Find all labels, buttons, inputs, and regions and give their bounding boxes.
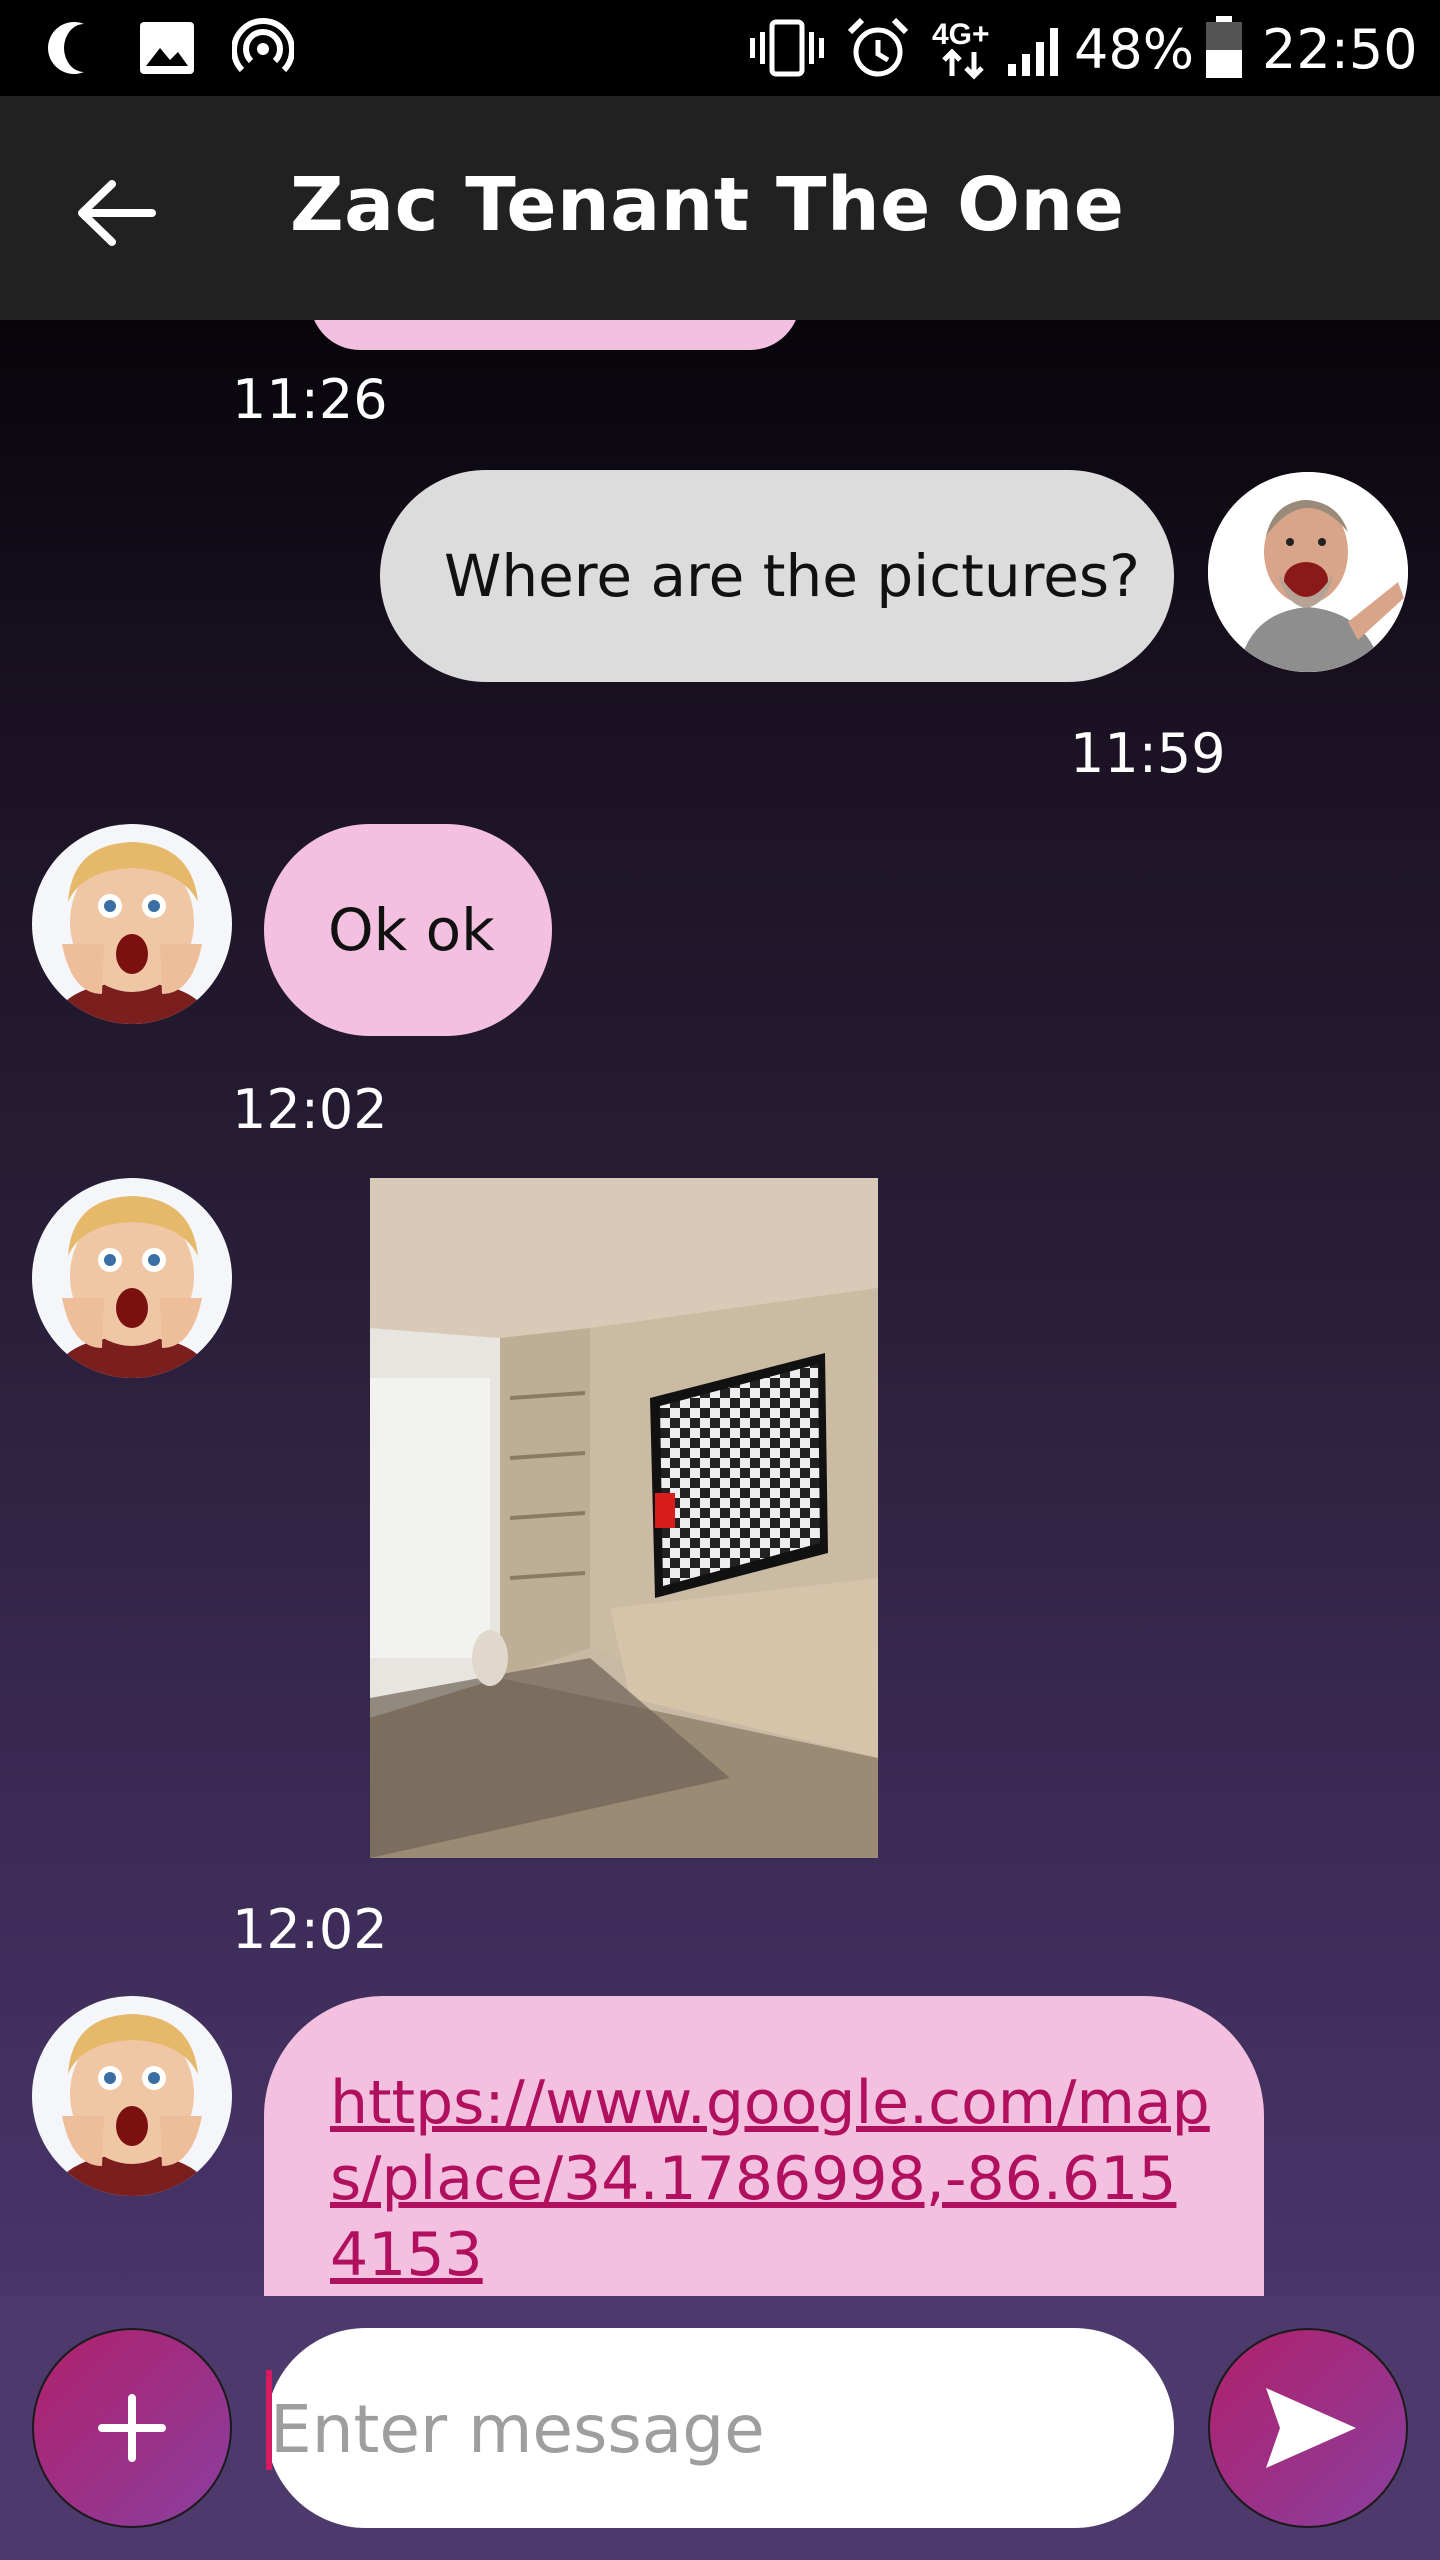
contact-avatar[interactable]: [32, 1996, 232, 2196]
message-list[interactable]: 11:26 Where are the pictures? 11:59 Ok o…: [0, 320, 1440, 2296]
incoming-message-bubble[interactable]: Ok ok: [264, 824, 552, 1036]
screaming-boy-avatar-icon: [32, 1996, 232, 2196]
network-4g-icon: 4G+: [932, 18, 990, 80]
svg-text:4G+: 4G+: [932, 18, 990, 51]
message-text: Ok ok: [328, 896, 495, 964]
message-input[interactable]: [266, 2328, 1180, 2530]
message-timestamp: 12:02: [232, 1898, 388, 1961]
app-bar: Zac Tenant The One: [0, 96, 1440, 320]
message-text: Where are the pictures?: [444, 542, 1140, 610]
add-attachment-button[interactable]: [32, 2328, 232, 2528]
text-cursor: [266, 2370, 272, 2470]
send-button[interactable]: [1208, 2328, 1408, 2528]
message-timestamp: 11:59: [1070, 722, 1226, 785]
image-icon: [140, 22, 194, 74]
conversation-title: Zac Tenant The One: [290, 162, 1125, 248]
hotspot-icon: [232, 18, 294, 73]
contact-avatar[interactable]: [32, 1178, 232, 1378]
send-icon: [1266, 2388, 1356, 2468]
angry-man-avatar-icon: [1208, 472, 1408, 672]
screaming-boy-avatar-icon: [32, 1178, 232, 1378]
maps-link[interactable]: https://www.google.com/maps/place/34.178…: [330, 2065, 1210, 2293]
moon-icon: [48, 22, 84, 74]
plus-icon: [98, 2394, 166, 2462]
contact-avatar[interactable]: [32, 824, 232, 1024]
status-bar: 4G+ 48% 22:50: [0, 0, 1440, 96]
message-input-container[interactable]: [266, 2328, 1180, 2530]
message-timestamp: 11:26: [232, 368, 388, 431]
image-message[interactable]: [370, 1178, 878, 1858]
message-timestamp: 12:02: [232, 1078, 388, 1141]
sender-avatar[interactable]: [1208, 472, 1408, 672]
vibrate-icon: [750, 19, 824, 77]
outgoing-message-bubble[interactable]: Where are the pictures?: [380, 470, 1174, 682]
battery-icon: [1206, 16, 1242, 78]
room-photo-icon: [370, 1178, 878, 1858]
battery-percent: 48%: [1074, 18, 1195, 81]
clock: 22:50: [1262, 18, 1418, 81]
message-bubble-partial: [310, 320, 800, 350]
signal-icon: [1008, 28, 1058, 76]
back-arrow-icon[interactable]: [72, 168, 162, 258]
alarm-icon: [847, 17, 909, 77]
screaming-boy-avatar-icon: [32, 824, 232, 1024]
